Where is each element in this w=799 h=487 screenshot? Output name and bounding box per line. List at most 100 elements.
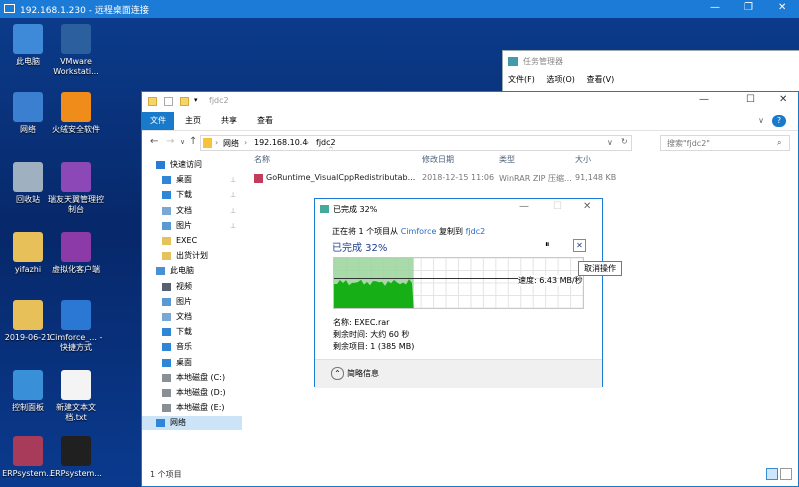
destination-link[interactable]: fjdc2 <box>466 227 486 236</box>
tab-file[interactable]: 文件 <box>142 112 174 130</box>
desktop-icon-item[interactable]: 新建文本文档.txt <box>48 370 104 423</box>
address-dropdown-icon[interactable]: ∨ <box>607 138 613 147</box>
dialog-close-button[interactable]: ✕ <box>583 201 591 212</box>
forward-button[interactable]: → <box>166 136 174 147</box>
desktop-icon-item[interactable]: Cimforce_... - 快捷方式 <box>48 300 104 353</box>
sidebar-item[interactable]: 出货计划 <box>142 249 242 263</box>
back-button[interactable]: ← <box>150 136 158 147</box>
desktop-icon-item[interactable]: 虚拟化客户端 <box>48 232 104 275</box>
sidebar-item[interactable]: 网络 <box>142 416 242 431</box>
time-remaining-line: 剩余时间: 大约 60 秒 <box>333 330 410 339</box>
up-button[interactable]: ↑ <box>189 136 197 147</box>
rdp-maximize-button[interactable]: ❐ <box>744 2 753 13</box>
items-remaining-line: 剩余项目: 1 (385 MB) <box>333 342 415 351</box>
rdp-close-button[interactable]: ✕ <box>778 2 786 13</box>
desktop-icon-item[interactable]: VMware Workstati... <box>48 24 104 77</box>
sidebar-item[interactable]: 文档 ⊥ <box>142 204 242 218</box>
quick-access-dropdown-icon[interactable]: ▾ <box>194 96 203 105</box>
sidebar-item[interactable]: 图片 ⊥ <box>142 219 242 233</box>
sidebar-item[interactable]: 桌面 ⊥ <box>142 173 242 187</box>
large-icons-view-icon[interactable] <box>780 468 792 480</box>
folder-icon <box>13 300 43 330</box>
close-button[interactable]: ✕ <box>779 94 787 105</box>
desktop-icon-label: ERPsystem... <box>50 469 102 478</box>
file-name-line: 名称: EXEC.rar <box>333 318 390 327</box>
tab-view[interactable]: 查看 <box>250 112 280 130</box>
computer-icon <box>156 267 165 276</box>
pin-icon[interactable]: ⊥ <box>230 219 236 233</box>
properties-icon[interactable] <box>164 97 173 106</box>
file-size: 91,148 KB <box>575 173 617 182</box>
column-type[interactable]: 类型 <box>499 154 515 165</box>
sidebar-item-label: 快速访问 <box>170 160 202 169</box>
column-date[interactable]: 修改日期 <box>422 154 454 165</box>
file-name[interactable]: GoRuntime_VisualCppRedistributab... <box>266 173 415 182</box>
fewer-details-link[interactable]: 简略信息 <box>347 368 379 379</box>
7z-icon <box>61 436 91 466</box>
sidebar-item-label: 图片 <box>176 220 192 230</box>
breadcrumb-separator: › <box>244 138 248 147</box>
address-row: ← → ∨ ↑ › 网络 › 192.168.10.4 › fjdc2 ∨ ↻ … <box>142 131 798 155</box>
menu-file[interactable]: 文件(F) <box>508 75 535 84</box>
column-size[interactable]: 大小 <box>575 154 591 165</box>
menu-view[interactable]: 查看(V) <box>586 75 614 84</box>
pause-button[interactable]: ⏸ <box>545 240 550 250</box>
task-manager-title: 任务管理器 <box>523 57 563 66</box>
sidebar-item[interactable]: 桌面 <box>142 356 242 370</box>
documents-icon <box>162 206 171 215</box>
pin-icon[interactable]: ⊥ <box>230 173 236 187</box>
pictures-icon <box>162 221 171 230</box>
tab-share[interactable]: 共享 <box>214 112 244 130</box>
desktop-icon-label: 新建文本文档.txt <box>56 403 96 422</box>
new-folder-icon[interactable] <box>180 97 189 106</box>
copy-icon <box>320 205 329 213</box>
rdp-minimize-button[interactable]: — <box>710 2 720 13</box>
desktop-icon-item[interactable]: 瑞友天翼管理控制台 <box>48 162 104 215</box>
sidebar-item[interactable]: 本地磁盘 (C:) <box>142 371 242 385</box>
sidebar-item[interactable]: 文档 <box>142 310 242 324</box>
folder-icon <box>162 252 171 261</box>
details-view-icon[interactable] <box>766 468 778 480</box>
sidebar-item[interactable]: 视频 <box>142 280 242 294</box>
sidebar-item[interactable]: 快速访问 <box>142 158 242 172</box>
zip-archive-icon <box>254 174 263 183</box>
sidebar-item[interactable]: 下载 ⊥ <box>142 188 242 202</box>
sidebar-item[interactable]: 此电脑 <box>142 264 242 278</box>
sidebar-item[interactable]: 图片 <box>142 295 242 309</box>
desktop-icon-item[interactable]: 火绒安全软件 <box>48 92 104 135</box>
sidebar-item[interactable]: EXEC <box>142 234 242 248</box>
sidebar-item-label: 图片 <box>176 296 192 306</box>
menu-options[interactable]: 选项(O) <box>546 75 575 84</box>
source-link[interactable]: Cimforce <box>401 227 437 236</box>
winrar-icon <box>13 436 43 466</box>
pin-icon[interactable]: ⊥ <box>230 204 236 218</box>
sidebar-item[interactable]: 本地磁盘 (E:) <box>142 401 242 415</box>
sidebar-item[interactable]: 本地磁盘 (D:) <box>142 386 242 400</box>
sidebar-item[interactable]: 下载 <box>142 325 242 339</box>
cancel-button[interactable]: ✕ <box>573 239 586 252</box>
minimize-button[interactable]: — <box>699 94 709 105</box>
recent-locations-button[interactable]: ∨ <box>180 138 185 146</box>
breadcrumb-network[interactable]: 网络 <box>223 138 239 149</box>
column-name[interactable]: 名称 <box>254 154 270 165</box>
search-input[interactable]: 搜索"fjdc2" ⌕ <box>660 135 790 151</box>
ribbon-expand-icon[interactable]: ∨ <box>754 112 768 130</box>
pin-icon[interactable]: ⊥ <box>230 188 236 202</box>
help-icon[interactable]: ? <box>772 115 786 127</box>
address-bar[interactable]: › 网络 › 192.168.10.4 › fjdc2 ∨ ↻ <box>200 135 632 151</box>
copy-progress-dialog[interactable]: 已完成 32% — ☐ ✕ 正在将 1 个项目从 Cimforce 复制到 fj… <box>314 198 603 388</box>
maximize-button[interactable]: ☐ <box>746 94 755 105</box>
dialog-title: 已完成 32% <box>333 205 378 214</box>
sidebar-item-label: 本地磁盘 (E:) <box>176 403 225 413</box>
ribbon-tabs: 文件 主页 共享 查看 ∨ ? <box>142 112 798 131</box>
refresh-icon[interactable]: ↻ <box>621 137 628 146</box>
desktop-icon-item[interactable]: ERPsystem... <box>48 436 104 479</box>
sidebar-item[interactable]: 音乐 <box>142 340 242 354</box>
tab-home[interactable]: 主页 <box>178 112 208 130</box>
sidebar-item-label: 文档 <box>176 205 192 215</box>
collapse-details-icon[interactable]: ⌃ <box>331 367 344 380</box>
text-file-icon <box>61 370 91 400</box>
download-icon <box>162 191 171 200</box>
breadcrumb-host[interactable]: 192.168.10.4 <box>254 138 307 147</box>
dialog-minimize-button[interactable]: — <box>519 201 529 212</box>
